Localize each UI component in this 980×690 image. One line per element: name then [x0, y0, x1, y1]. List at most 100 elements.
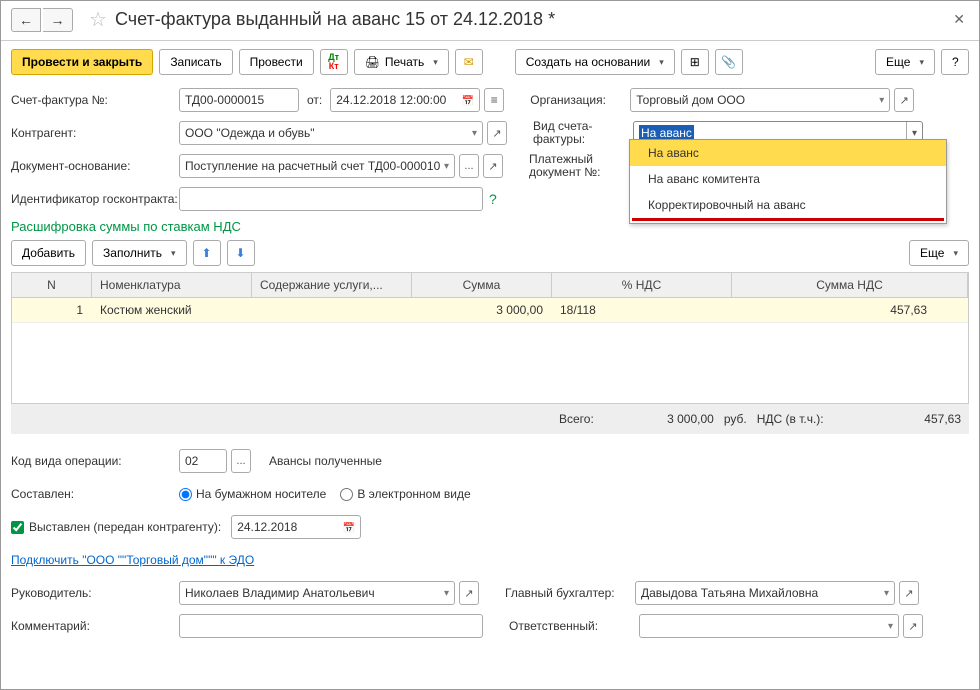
gov-id-input[interactable]	[179, 187, 483, 211]
open-icon	[464, 587, 473, 600]
move-down-button[interactable]	[227, 240, 255, 266]
paperclip-icon	[721, 55, 736, 69]
op-code-select-button[interactable]: ...	[231, 449, 251, 473]
help-button[interactable]: ?	[941, 49, 969, 75]
basis-open-button[interactable]	[483, 154, 503, 178]
dropdown-option[interactable]: На аванс комитента	[630, 166, 946, 192]
window-title: Счет-фактура выданный на аванс 15 от 24.…	[115, 9, 555, 30]
electronic-radio[interactable]: В электронном виде	[340, 487, 470, 501]
print-button[interactable]: Печать	[354, 49, 449, 75]
arrow-up-icon	[201, 246, 211, 260]
from-label: от:	[307, 93, 322, 107]
items-table: N Номенклатура Содержание услуги,... Сум…	[11, 272, 969, 404]
dtkt-icon: ДтКт	[328, 53, 339, 71]
dtkt-button[interactable]: ДтКт	[320, 49, 348, 75]
op-code-name: Авансы полученные	[269, 454, 382, 468]
org-input[interactable]: Торговый дом ООО▾	[630, 88, 890, 112]
invoice-no-input[interactable]: ТД00-0000015	[179, 88, 299, 112]
printer-icon	[365, 55, 380, 69]
vat-incl-label: НДС (в т.ч.):	[757, 412, 824, 426]
counterparty-label: Контрагент:	[11, 126, 179, 140]
favorite-star-icon[interactable]: ☆	[89, 7, 107, 32]
mail-icon	[464, 55, 474, 69]
help-icon[interactable]: ?	[489, 191, 497, 207]
issued-checkbox[interactable]: Выставлен (передан контрагенту):	[11, 520, 221, 534]
fill-button[interactable]: Заполнить	[92, 240, 186, 266]
responsible-open-button[interactable]	[903, 614, 923, 638]
col-vatsum[interactable]: Сумма НДС	[732, 273, 968, 297]
total-value: 3 000,00	[594, 412, 714, 426]
invoice-no-label: Счет-фактура №:	[11, 93, 179, 107]
post-and-close-button[interactable]: Провести и закрыть	[11, 49, 153, 75]
arrow-down-icon	[235, 246, 245, 260]
table-more-button[interactable]: Еще	[909, 240, 969, 266]
op-code-label: Код вида операции:	[11, 454, 179, 468]
invoice-type-dropdown[interactable]: На аванс На аванс комитента Корректирово…	[629, 139, 947, 224]
annotation-underline	[632, 218, 944, 221]
head-input[interactable]: Николаев Владимир Анатольевич▾	[179, 581, 455, 605]
payment-doc-label: Платежный документ №:	[529, 153, 629, 179]
arrow-right-icon	[51, 12, 65, 28]
gov-id-label: Идентификатор госконтракта:	[11, 192, 179, 206]
add-row-button[interactable]: Добавить	[11, 240, 86, 266]
paper-radio[interactable]: На бумажном носителе	[179, 487, 326, 501]
counterparty-open-button[interactable]	[487, 121, 507, 145]
post-button[interactable]: Провести	[239, 49, 314, 75]
composed-label: Составлен:	[11, 487, 179, 501]
counterparty-input[interactable]: ООО "Одежда и обувь"▾	[179, 121, 483, 145]
accountant-open-button[interactable]	[899, 581, 919, 605]
basis-list-button[interactable]: ...	[459, 154, 479, 178]
col-desc[interactable]: Содержание услуги,...	[252, 273, 412, 297]
basis-label: Документ-основание:	[11, 159, 179, 173]
move-up-button[interactable]	[193, 240, 221, 266]
structure-button[interactable]	[681, 49, 709, 75]
arrow-left-icon	[19, 12, 33, 28]
head-label: Руководитель:	[11, 586, 179, 600]
op-code-input[interactable]: 02	[179, 449, 227, 473]
close-button[interactable]: ✕	[949, 9, 969, 30]
open-icon	[492, 127, 501, 140]
accountant-label: Главный бухгалтер:	[505, 586, 635, 600]
create-based-button[interactable]: Создать на основании	[515, 49, 675, 75]
col-vat[interactable]: % НДС	[552, 273, 732, 297]
open-icon	[904, 587, 913, 600]
dropdown-option[interactable]: На аванс	[630, 140, 946, 166]
structure-icon	[690, 55, 700, 69]
accountant-input[interactable]: Давыдова Татьяна Михайловна▾	[635, 581, 895, 605]
responsible-input[interactable]: ▾	[639, 614, 899, 638]
issued-date-input[interactable]: 24.12.2018	[231, 515, 361, 539]
org-label: Организация:	[530, 93, 630, 107]
basis-input[interactable]: Поступление на расчетный счет ТД00-00001…	[179, 154, 455, 178]
email-button[interactable]	[455, 49, 483, 75]
attachments-button[interactable]	[715, 49, 743, 75]
calendar-icon[interactable]	[462, 93, 474, 107]
table-empty-area[interactable]	[12, 323, 968, 403]
totals-bar: Всего: 3 000,00 руб. НДС (в т.ч.): 457,6…	[11, 404, 969, 434]
nav-back-button[interactable]	[11, 8, 41, 32]
total-label: Всего:	[559, 412, 594, 426]
date-list-button[interactable]	[484, 88, 504, 112]
org-open-button[interactable]	[894, 88, 914, 112]
date-input[interactable]: 24.12.2018 12:00:00	[330, 88, 480, 112]
col-item[interactable]: Номенклатура	[92, 273, 252, 297]
edo-connect-link[interactable]: Подключить "ООО ""Торговый дом""" к ЭДО	[11, 553, 254, 567]
save-button[interactable]: Записать	[159, 49, 232, 75]
currency: руб.	[724, 412, 747, 426]
open-icon	[488, 160, 497, 173]
responsible-label: Ответственный:	[509, 619, 639, 633]
invoice-type-label: Вид счета-фактуры:	[533, 120, 633, 146]
comment-input[interactable]	[179, 614, 483, 638]
comment-label: Комментарий:	[11, 619, 179, 633]
table-row[interactable]: 1 Костюм женский 3 000,00 18/118 457,63	[12, 298, 968, 323]
col-sum[interactable]: Сумма	[412, 273, 552, 297]
vat-incl-value: 457,63	[824, 412, 961, 426]
open-icon	[908, 620, 917, 633]
more-button[interactable]: Еще	[875, 49, 935, 75]
calendar-icon[interactable]	[343, 520, 355, 534]
nav-forward-button[interactable]	[43, 8, 73, 32]
list-icon	[491, 93, 498, 107]
open-icon	[900, 94, 909, 107]
dropdown-option[interactable]: Корректировочный на аванс	[630, 192, 946, 218]
col-n[interactable]: N	[12, 273, 92, 297]
head-open-button[interactable]	[459, 581, 479, 605]
